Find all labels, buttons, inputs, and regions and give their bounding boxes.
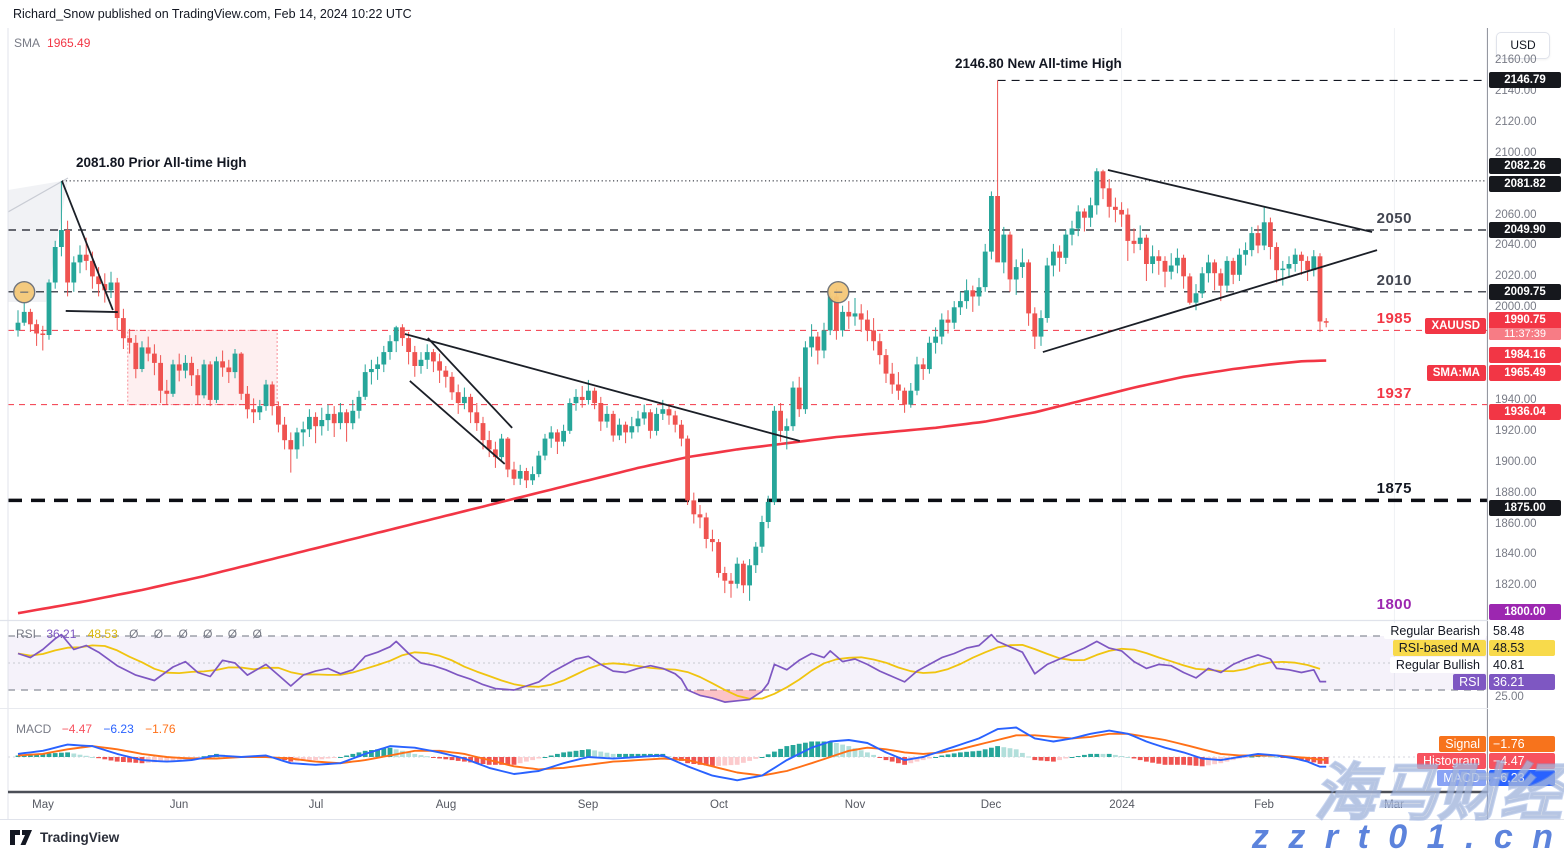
rsi-tick-25: 25.00 [1495, 691, 1524, 703]
price-tick-1900: 1900.00 [1495, 456, 1537, 468]
rsi-value: 36.21 [46, 627, 76, 641]
time-label-Nov: Nov [845, 799, 865, 811]
price-badge-2009.75: 2009.75 [1489, 284, 1561, 300]
price-badge-1800.00: 1800.00 [1489, 604, 1561, 620]
sma-legend-value: 1965.49 [47, 36, 90, 50]
macd-row-value-−1.76: −1.76 [1489, 736, 1555, 752]
price-chart-canvas[interactable] [0, 0, 1564, 857]
price-tick-2040: 2040.00 [1495, 239, 1537, 251]
price-tick-1880: 1880.00 [1495, 487, 1537, 499]
macd-row-value-−6.23: −6.23 [1489, 770, 1555, 786]
macd-row-label-histogram: Histogram [1417, 753, 1486, 769]
rsi-row-label-rsi: RSI [1453, 674, 1486, 690]
time-label-Jun: Jun [170, 799, 189, 811]
price-badge-2081.82: 2081.82 [1489, 176, 1561, 192]
price-tick-1820: 1820.00 [1495, 579, 1537, 591]
rsi-legend-title: RSI [16, 627, 36, 641]
rsi-divergence-values: Ø Ø Ø Ø Ø Ø [129, 627, 268, 641]
level-label-1875: 1875 [1330, 480, 1412, 497]
macd-legend: MACD −4.47 −6.23 −1.76 [16, 722, 176, 736]
rsi-ma-value: 48.53 [88, 627, 118, 641]
price-tick-2020: 2020.00 [1495, 270, 1537, 282]
price-badge-1936.04: 1936.04 [1489, 404, 1561, 420]
tradingview-logo-icon [10, 829, 33, 846]
macd-row-label-signal: Signal [1439, 736, 1486, 752]
level-label-2050: 2050 [1330, 210, 1412, 227]
time-label-Oct: Oct [710, 799, 728, 811]
rsi-row-value-48.53: 48.53 [1489, 640, 1555, 656]
rsi-row-label-regular-bearish: Regular Bearish [1384, 623, 1486, 639]
price-badge-1875.00: 1875.00 [1489, 500, 1561, 516]
level-label-1985: 1985 [1330, 310, 1412, 327]
price-tick-2160: 2160.00 [1495, 54, 1537, 66]
level-label-1937: 1937 [1330, 385, 1412, 402]
price-tick-1840: 1840.00 [1495, 548, 1537, 560]
rsi-row-value-36.21: 36.21 [1489, 674, 1555, 690]
price-badge-1990.75: 1990.7511:37:39 [1489, 312, 1561, 340]
tradingview-logo-text: TradingView [40, 830, 119, 845]
macd-line-value: −6.23 [103, 722, 133, 736]
rsi-row-value-40.81: 40.81 [1489, 657, 1555, 673]
sma-legend-label: SMA [14, 36, 40, 50]
time-label-Feb: Feb [1254, 799, 1274, 811]
price-badge-2049.90: 2049.90 [1489, 222, 1561, 238]
scale-chip-XAUUSD: XAUUSD [1425, 318, 1486, 334]
price-badge-2146.79: 2146.79 [1489, 72, 1561, 88]
price-badge-time: 11:37:39 [1489, 328, 1561, 340]
price-tick-1920: 1920.00 [1495, 425, 1537, 437]
level-label-2010: 2010 [1330, 272, 1412, 289]
time-label-Jul: Jul [309, 799, 324, 811]
new-ath-annotation: 2146.80 New All-time High [955, 56, 1122, 71]
macd-signal-value: −1.76 [145, 722, 175, 736]
price-tick-2060: 2060.00 [1495, 209, 1537, 221]
time-label-Dec: Dec [981, 799, 1001, 811]
rsi-row-value-58.48: 58.48 [1489, 623, 1555, 639]
tradingview-logo[interactable]: TradingView [10, 829, 119, 846]
time-label-Aug: Aug [436, 799, 456, 811]
time-label-2024: 2024 [1109, 799, 1135, 811]
macd-row-label-macd: MACD [1437, 770, 1486, 786]
prior-ath-annotation: 2081.80 Prior All-time High [76, 155, 247, 170]
time-label-May: May [32, 799, 54, 811]
rsi-row-label-regular-bullish: Regular Bullish [1390, 657, 1486, 673]
macd-hist-value: −4.47 [62, 722, 92, 736]
price-badge-2082.26: 2082.26 [1489, 158, 1561, 174]
tradingview-chart-page: Richard_Snow published on TradingView.co… [0, 0, 1564, 857]
sma-legend: SMA 1965.49 [14, 36, 90, 50]
rsi-legend: RSI 36.21 48.53 Ø Ø Ø Ø Ø Ø [16, 627, 268, 641]
level-label-1800: 1800 [1330, 596, 1412, 613]
rsi-row-label-rsi-based-ma: RSI-based MA [1393, 640, 1486, 656]
macd-row-value-−4.47: −4.47 [1489, 753, 1555, 769]
price-tick-1860: 1860.00 [1495, 518, 1537, 530]
time-label-Mar: Mar [1384, 799, 1404, 811]
price-badge-1965.49: 1965.49 [1489, 365, 1561, 381]
macd-legend-title: MACD [16, 722, 51, 736]
price-badge-1984.16: 1984.16 [1489, 347, 1561, 363]
price-tick-2120: 2120.00 [1495, 116, 1537, 128]
scale-chip-SMA:MA: SMA:MA [1427, 365, 1486, 381]
time-label-Sep: Sep [578, 799, 598, 811]
